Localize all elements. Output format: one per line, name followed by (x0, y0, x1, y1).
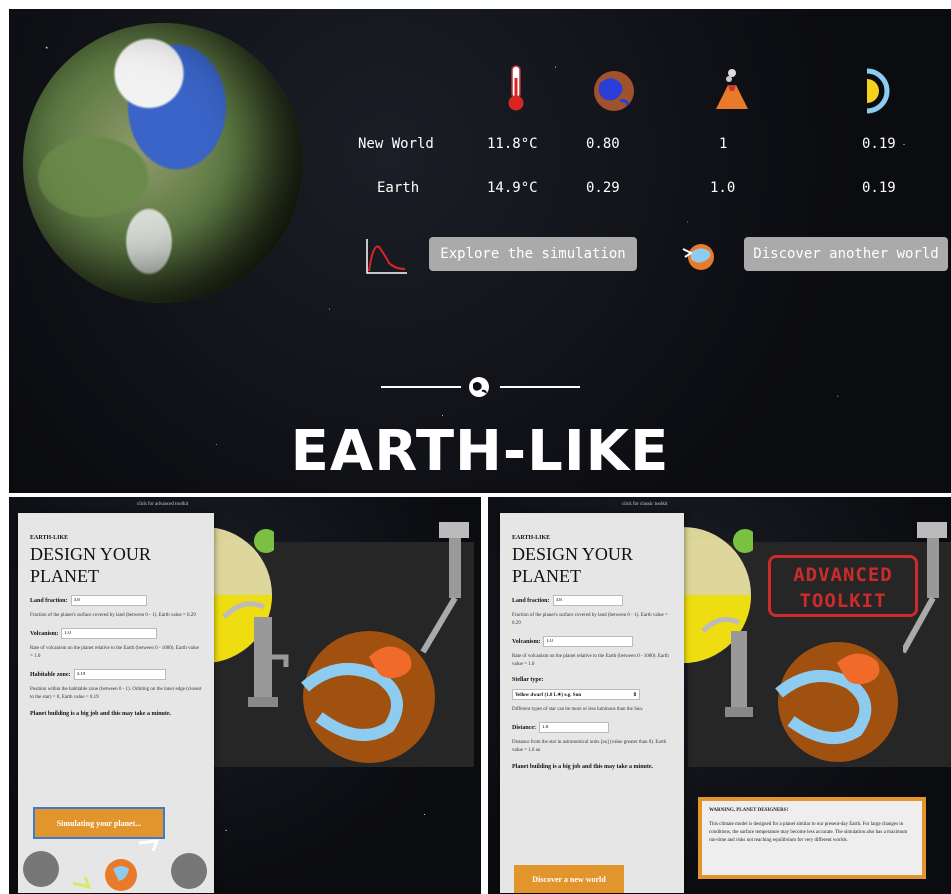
faucet-icon (903, 522, 947, 654)
earth-habitable-zone: 0.19 (862, 180, 896, 196)
recycle-icon (23, 839, 207, 891)
thermometer-icon (508, 65, 524, 111)
distance-input[interactable] (539, 722, 609, 733)
explore-simulation-button[interactable]: Explore the simulation (429, 237, 637, 271)
classic-toolkit-panel: click for advanced toolkit EARTH-LIKE DE… (9, 497, 481, 894)
form-eyebrow: EARTH-LIKE (30, 535, 69, 541)
stellar-type-select[interactable]: Yellow dwarf (1.0 L☀) e.g. Sun ⇕ (512, 689, 640, 700)
earth-volcanism: 1.0 (710, 180, 736, 196)
results-banner: New World 11.8°C 0.80 1 0.19 Earth 14.9°… (9, 9, 951, 493)
land-fraction-label: Land fraction: (30, 597, 68, 604)
design-form: EARTH-LIKE DESIGN YOUR PLANET Land fract… (500, 513, 684, 893)
distance-help: Distance from the star in astronomical u… (512, 740, 667, 753)
simulating-button[interactable]: Simulating your planet... (33, 807, 165, 839)
warning-text: This climate model is designed for a pla… (709, 822, 908, 843)
world-swap-icon[interactable] (679, 235, 723, 275)
habitable-zone-input[interactable] (73, 669, 166, 680)
volcanism-help: Rate of volcanism on the planet relative… (512, 654, 669, 667)
warning-title: WARNING, PLANET DESIGNERS! (709, 808, 789, 813)
planet-illustration (775, 642, 898, 762)
discover-another-world-button[interactable]: Discover another world (744, 237, 948, 271)
divider-left (381, 386, 461, 388)
select-arrows-icon: ⇕ (632, 692, 637, 698)
volcanism-input[interactable] (543, 636, 634, 647)
warning-box: WARNING, PLANET DESIGNERS! This climate … (698, 797, 926, 879)
divider-right (500, 386, 580, 388)
advanced-toolkit-stamp: ADVANCED TOOLKIT (768, 555, 918, 617)
globe-icon (469, 377, 489, 397)
new-world-land-fraction: 0.80 (586, 136, 620, 152)
volcanism-label: Volcanism: (30, 630, 59, 637)
brand-title: EARTH-LIKE (290, 419, 670, 484)
form-title: DESIGN YOUR PLANET (30, 544, 151, 586)
land-fraction-input[interactable] (552, 595, 623, 606)
discover-new-world-button[interactable]: Discover a new world (514, 865, 624, 893)
habitable-zone-label: Habitable zone: (30, 671, 71, 678)
land-fraction-input[interactable] (70, 595, 147, 606)
new-world-habitable-zone: 0.19 (862, 136, 896, 152)
form-title: DESIGN YOUR PLANET (512, 544, 633, 586)
chart-icon (366, 239, 407, 274)
habitable-zone-icon (866, 68, 890, 114)
land-globe-icon (594, 71, 634, 111)
classic-toolkit-link[interactable]: click for classic toolkit (622, 502, 668, 507)
new-world-temperature: 11.8°C (487, 136, 538, 152)
row-label-earth: Earth (377, 180, 420, 196)
planet-render (23, 23, 303, 303)
form-eyebrow: EARTH-LIKE (512, 535, 551, 541)
volcanism-help: Rate of volcanism on the planet relative… (30, 646, 199, 659)
stellar-type-value: Yellow dwarf (1.0 L☀) e.g. Sun (515, 692, 582, 698)
earth-temperature: 14.9°C (487, 180, 538, 196)
distance-label: Distance: (512, 724, 536, 731)
volcanism-input[interactable] (61, 628, 158, 639)
planet-illustration (301, 631, 435, 763)
habitable-zone-help: Position within the habitable zone (betw… (30, 687, 202, 700)
stellar-type-label: Stellar type: (512, 677, 544, 683)
new-world-volcanism: 1 (719, 136, 728, 152)
earth-land-fraction: 0.29 (586, 180, 620, 196)
row-label-new-world: New World (358, 136, 434, 152)
pump-icon (222, 601, 289, 707)
volcano-icon (716, 69, 748, 109)
build-note: Planet building is a big job and this ma… (512, 764, 654, 770)
pump-icon (701, 616, 753, 717)
advanced-toolkit-panel: click for classic toolkit ADVANCED TOOLK… (488, 497, 951, 894)
stellar-type-help: Different types of star can be more or l… (512, 707, 644, 712)
land-fraction-help: Fraction of the planet's surface covered… (512, 613, 668, 626)
land-fraction-help: Fraction of the planet's surface covered… (30, 613, 196, 618)
build-note: Planet building is a big job and this ma… (30, 711, 172, 717)
land-fraction-label: Land fraction: (512, 597, 550, 604)
volcanism-label: Volcanism: (512, 638, 541, 645)
advanced-toolkit-link[interactable]: click for advanced toolkit (137, 502, 188, 507)
